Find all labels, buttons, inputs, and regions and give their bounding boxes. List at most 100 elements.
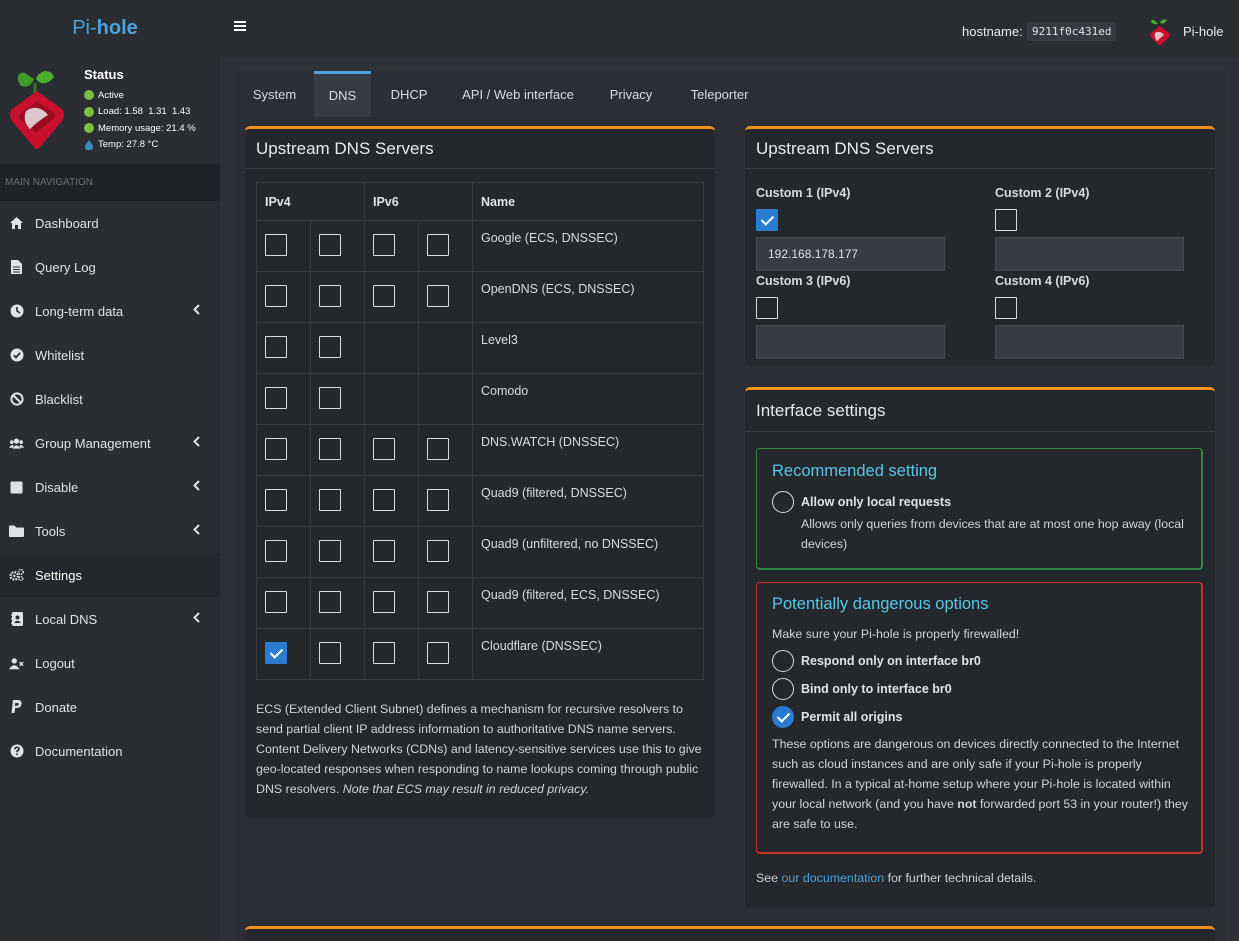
- checkbox-cell: [256, 526, 311, 578]
- bind-br0-label[interactable]: Bind only to interface br0: [801, 682, 952, 696]
- tab-system[interactable]: System: [236, 71, 313, 117]
- ipv4-checkbox[interactable]: [319, 285, 341, 307]
- sidebar-item-group-management[interactable]: Group Management: [0, 421, 220, 465]
- custom3-input[interactable]: [756, 325, 945, 359]
- ipv4-checkbox[interactable]: [319, 642, 341, 664]
- file-icon: [9, 260, 24, 275]
- sidebar-item-dashboard[interactable]: Dashboard: [0, 201, 220, 245]
- ipv4-checkbox[interactable]: [319, 387, 341, 409]
- sidebar-item-label: Tools: [35, 523, 66, 539]
- ipv6-checkbox[interactable]: [373, 438, 395, 460]
- checkbox-cell: [310, 628, 365, 680]
- ipv6-checkbox[interactable]: [373, 489, 395, 511]
- sidebar-item-settings[interactable]: Settings: [0, 553, 220, 597]
- gears-icon: [9, 568, 24, 583]
- tab-teleporter[interactable]: Teleporter: [679, 71, 760, 117]
- sidebar-item-local-dns[interactable]: Local DNS: [0, 597, 220, 641]
- ecs-description: ECS (Extended Client Subnet) defines a m…: [256, 699, 706, 799]
- dangerous-options-callout: Potentially dangerous options Make sure …: [756, 582, 1203, 854]
- sidebar-item-blacklist[interactable]: Blacklist: [0, 377, 220, 421]
- custom3-checkbox[interactable]: [756, 297, 778, 319]
- server-name: Cloudflare (DNSSEC): [472, 628, 704, 680]
- sidebar-item-query-log[interactable]: Query Log: [0, 245, 220, 289]
- tab-dns[interactable]: DNS: [314, 71, 371, 117]
- home-icon: [9, 216, 24, 231]
- brand-prefix: Pi-: [72, 17, 97, 39]
- ipv6-checkbox[interactable]: [427, 438, 449, 460]
- tab-privacy[interactable]: Privacy: [599, 71, 663, 117]
- table-row: Quad9 (unfiltered, no DNSSEC): [256, 526, 704, 578]
- ipv4-checkbox[interactable]: [319, 591, 341, 613]
- ipv6-checkbox[interactable]: [373, 285, 395, 307]
- local-requests-label[interactable]: Allow only local requests: [801, 495, 951, 509]
- thermometer-drop-icon: [85, 139, 93, 150]
- ipv4-checkbox[interactable]: [265, 642, 287, 664]
- sidebar-item-documentation[interactable]: Documentation: [0, 729, 220, 773]
- ecs-note: Note that ECS may result in reduced priv…: [342, 782, 590, 796]
- tab-api-web-interface[interactable]: API / Web interface: [454, 71, 582, 117]
- danger-text-bold: not: [957, 797, 977, 811]
- ipv4-checkbox[interactable]: [265, 285, 287, 307]
- ipv4-checkbox[interactable]: [319, 234, 341, 256]
- sidebar-item-logout[interactable]: Logout: [0, 641, 220, 685]
- ipv6-checkbox[interactable]: [427, 285, 449, 307]
- ipv4-checkbox[interactable]: [265, 387, 287, 409]
- ipv6-checkbox[interactable]: [373, 591, 395, 613]
- documentation-note: See our documentation for further techni…: [756, 868, 1036, 888]
- custom2-checkbox[interactable]: [995, 209, 1017, 231]
- permit-all-origins-label[interactable]: Permit all origins: [801, 710, 902, 724]
- folder-icon: [9, 524, 24, 539]
- ipv4-checkbox[interactable]: [265, 540, 287, 562]
- sidebar-item-label: Long-term data: [35, 303, 124, 319]
- sidebar-item-whitelist[interactable]: Whitelist: [0, 333, 220, 377]
- ipv6-checkbox[interactable]: [427, 234, 449, 256]
- ipv4-checkbox[interactable]: [319, 489, 341, 511]
- ipv6-checkbox[interactable]: [373, 540, 395, 562]
- checkbox-cell: [364, 271, 419, 323]
- server-name: Quad9 (unfiltered, no DNSSEC): [472, 526, 704, 578]
- brand-logo[interactable]: Pi-hole: [0, 0, 220, 57]
- checkbox-cell: [310, 322, 365, 374]
- checkbox-cell: [418, 220, 473, 272]
- ipv6-checkbox[interactable]: [373, 234, 395, 256]
- custom1-input[interactable]: 192.168.178.177: [756, 237, 945, 271]
- ipv4-checkbox[interactable]: [319, 540, 341, 562]
- sidebar-item-donate[interactable]: Donate: [0, 685, 220, 729]
- respond-br0-label[interactable]: Respond only on interface br0: [801, 654, 981, 668]
- dangerous-intro: Make sure your Pi-hole is properly firew…: [772, 627, 1020, 641]
- sidebar-item-long-term-data[interactable]: Long-term data: [0, 289, 220, 333]
- stop-icon: [9, 480, 24, 495]
- permit-all-origins-radio[interactable]: [772, 706, 794, 728]
- local-requests-radio[interactable]: [772, 491, 794, 513]
- bind-br0-radio[interactable]: [772, 678, 794, 700]
- custom4-checkbox[interactable]: [995, 297, 1017, 319]
- table-row: Google (ECS, DNSSEC): [256, 220, 704, 272]
- ipv6-checkbox[interactable]: [427, 489, 449, 511]
- ipv4-header: IPv4: [256, 182, 365, 221]
- local-requests-description: Allows only queries from devices that ar…: [801, 517, 1184, 551]
- ipv4-checkbox[interactable]: [265, 591, 287, 613]
- ipv6-checkbox[interactable]: [427, 591, 449, 613]
- ipv4-checkbox[interactable]: [319, 336, 341, 358]
- sidebar-item-tools[interactable]: Tools: [0, 509, 220, 553]
- custom4-input[interactable]: [995, 325, 1184, 359]
- respond-br0-radio[interactable]: [772, 650, 794, 672]
- ipv4-checkbox[interactable]: [319, 438, 341, 460]
- documentation-link[interactable]: our documentation: [782, 871, 885, 885]
- custom2-input[interactable]: [995, 237, 1184, 271]
- server-name: OpenDNS (ECS, DNSSEC): [472, 271, 704, 323]
- custom1-checkbox[interactable]: [756, 209, 778, 231]
- ipv6-checkbox[interactable]: [373, 642, 395, 664]
- ipv4-checkbox[interactable]: [265, 438, 287, 460]
- ipv4-checkbox[interactable]: [265, 489, 287, 511]
- ipv4-checkbox[interactable]: [265, 234, 287, 256]
- hamburger-menu-icon[interactable]: [234, 20, 246, 32]
- interface-settings-box: Interface settings Recommended setting A…: [745, 387, 1215, 907]
- ipv6-checkbox[interactable]: [427, 642, 449, 664]
- user-name[interactable]: Pi-hole: [1183, 24, 1223, 39]
- user-times-icon: [9, 656, 24, 671]
- tab-dhcp[interactable]: DHCP: [381, 71, 437, 117]
- sidebar-item-disable[interactable]: Disable: [0, 465, 220, 509]
- ipv4-checkbox[interactable]: [265, 336, 287, 358]
- ipv6-checkbox[interactable]: [427, 540, 449, 562]
